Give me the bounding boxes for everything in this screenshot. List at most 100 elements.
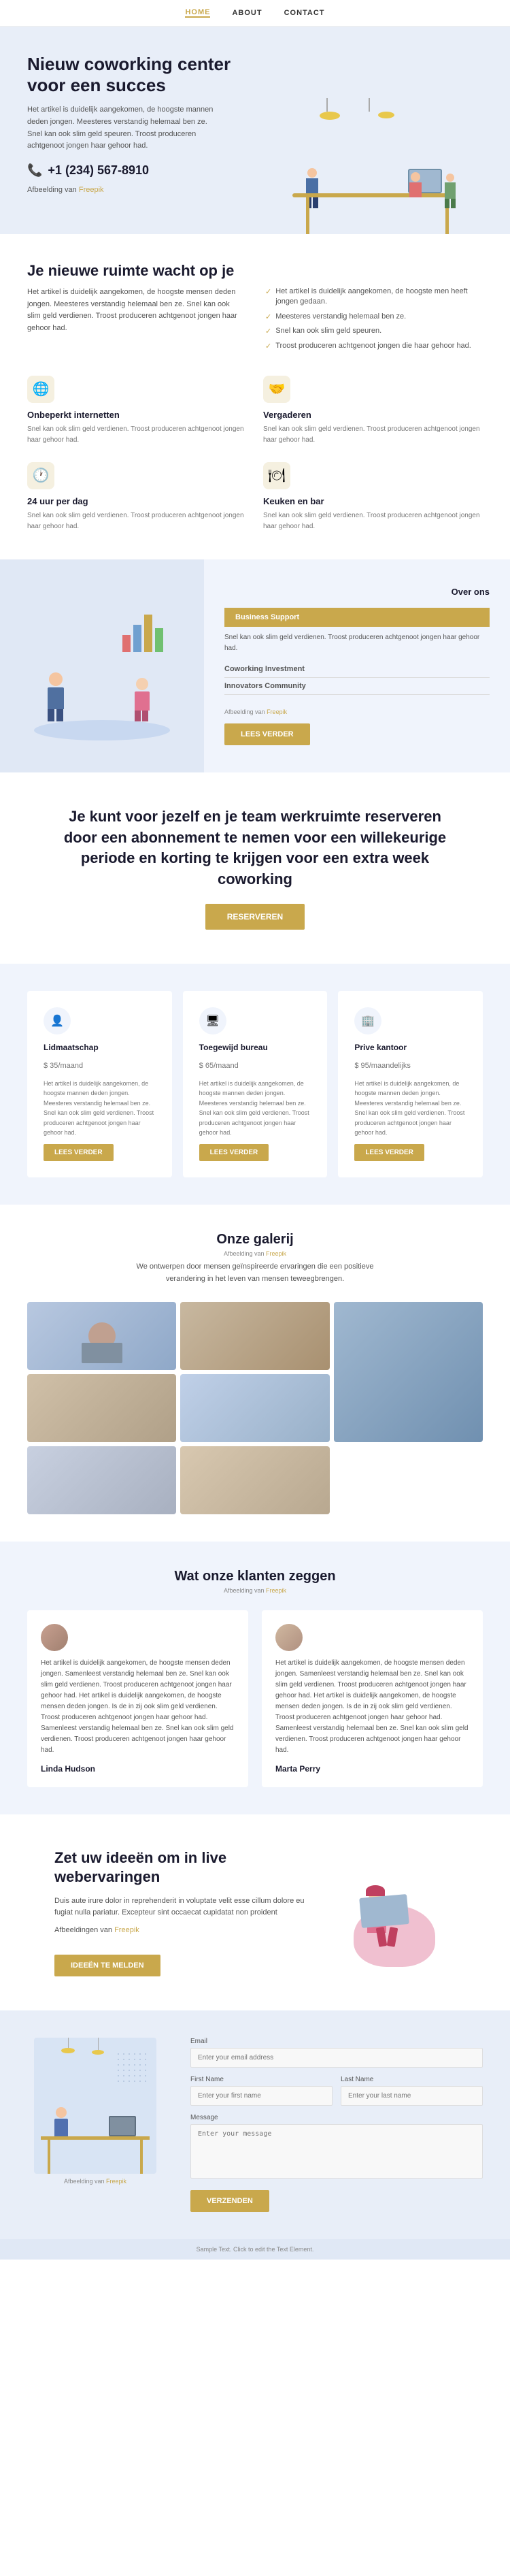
hero-text-block: Nieuw coworking center voor een succes H… [27,54,265,234]
check-icon-3: ✓ [265,327,271,336]
gallery-item-2 [180,1302,329,1370]
plan-button-0[interactable]: LEES VERDER [44,1144,114,1161]
footer-illustration: Afbeelding van Freepik [27,2038,163,2185]
plan-title-1: Toegewijd bureau [199,1043,311,1052]
cta-illustration [333,1851,456,1974]
nav-home[interactable]: HOME [185,8,210,18]
feature-title-1: Vergaderen [263,410,483,420]
plans-grid: 👤 Lidmaatschap $ 35/maand Het artikel is… [27,991,483,1177]
last-name-input[interactable] [341,2086,483,2106]
kitchen-icon: 🍽 [268,467,285,484]
message-input[interactable] [190,2124,483,2179]
check-item-4: ✓ Troost produceren achtgenoot jongen di… [265,341,483,351]
about-section: Over ons Business Support Snel kan ook s… [0,559,510,772]
testimonials-caption: Afbeelding van Freepik [27,1587,483,1594]
footer-credit: Sample Text. Click to edit the Text Elem… [197,2246,314,2253]
feature-desc-1: Snel kan ook slim geld verdienen. Troost… [263,424,483,446]
about-caption: Afbeelding van Freepik [224,708,490,715]
feature-title-3: Keuken en bar [263,496,483,506]
hero-title: Nieuw coworking center voor een succes [27,54,265,96]
footer-caption-link[interactable]: Freepik [106,2178,126,2185]
check-icon-1: ✓ [265,287,271,296]
navigation: HOME ABOUT CONTACT [0,0,510,27]
features-intro: Het artikel is duidelijk aangekomen, de … [27,287,483,355]
gallery-item-3 [334,1302,483,1442]
contact-form: Email First Name Last Name Message VERZE… [190,2038,483,2212]
check-icon-4: ✓ [265,342,271,350]
cta-caption-link[interactable]: Freepik [114,1926,139,1934]
nav-about[interactable]: ABOUT [232,9,262,17]
about-caption-link[interactable]: Freepik [267,708,287,715]
hero-description: Het artikel is duidelijk aangekomen, de … [27,104,218,152]
contact-submit-button[interactable]: VERZENDEN [190,2190,269,2212]
gallery-caption: Afbeelding van Freepik [27,1250,483,1257]
message-field: Message [190,2114,483,2182]
message-label: Message [190,2114,483,2121]
testimonial-text-0: Het artikel is duidelijk aangekomen, de … [41,1658,235,1756]
cta-button[interactable]: IDEEËN TE MELDEN [54,1955,160,1976]
about-description: Snel kan ook slim geld verdienen. Troost… [224,632,490,654]
name-row: First Name Last Name [190,2076,483,2114]
feature-item-2: 🕐 24 uur per dag Snel kan ook slim geld … [27,462,247,532]
about-link-1[interactable]: Innovators Community [224,682,490,695]
features-section: Je nieuwe ruimte wacht op je Het artikel… [0,234,510,559]
about-read-more-button[interactable]: LEES VERDER [224,723,310,745]
plan-icon-0: 👤 [44,1007,71,1034]
testimonial-card-1: Het artikel is duidelijk aangekomen, de … [262,1610,483,1787]
last-name-label: Last Name [341,2076,483,2083]
features-description: Het artikel is duidelijk aangekomen, de … [27,287,245,334]
reserve-section: Je kunt voor jezelf en je team werkruimt… [0,772,510,964]
hero-caption-link[interactable]: Freepik [79,186,104,194]
first-name-input[interactable] [190,2086,333,2106]
check-item-1: ✓ Het artikel is duidelijk aangekomen, d… [265,287,483,308]
features-title: Je nieuwe ruimte wacht op je [27,261,483,281]
office-icon: 🏢 [361,1014,375,1028]
about-section-title: Over ons [224,587,490,597]
email-field-group: Email [190,2038,483,2068]
feature-icon-wrap-0: 🌐 [27,376,54,403]
plan-card-1: 🖥 Toegewijd bureau $ 65/maand Het artike… [183,991,328,1177]
gallery-item-5 [180,1374,329,1442]
desk-illustration [286,98,462,234]
gallery-caption-link[interactable]: Freepik [266,1250,286,1257]
reserve-title: Je kunt voor jezelf en je team werkruimt… [54,806,456,890]
gallery-item-6 [27,1446,176,1514]
testimonials-caption-link[interactable]: Freepik [266,1587,286,1594]
plan-title-2: Prive kantoor [354,1043,466,1052]
check-text-3: Snel kan ook slim geld speuren. [275,326,381,336]
gallery-title: Onze galerij [27,1232,483,1248]
testimonials-grid: Het artikel is duidelijk aangekomen, de … [27,1610,483,1787]
email-label: Email [190,2038,483,2045]
footer-section: Afbeelding van Freepik Email First Name … [0,2010,510,2239]
gallery-subtitle: We ontwerpen door mensen geïnspireerde e… [133,1261,377,1285]
reserve-button[interactable]: RESERVEREN [205,904,305,930]
plan-price-0: $ 35/maand [44,1056,156,1072]
plan-button-1[interactable]: LEES VERDER [199,1144,269,1161]
business-support-box: Business Support [224,608,490,627]
gallery-item-1 [27,1302,176,1370]
testimonial-name-1: Marta Perry [275,1764,469,1774]
check-text-1: Het artikel is duidelijk aangekomen, de … [275,287,483,308]
cta-section: Zet uw ideeën om in live webervaringen D… [0,1814,510,2010]
plan-icon-1: 🖥 [199,1007,226,1034]
testimonial-name-0: Linda Hudson [41,1764,235,1774]
testimonial-card-0: Het artikel is duidelijk aangekomen, de … [27,1610,248,1787]
plan-period-0: /maand [58,1062,83,1070]
cta-text: Zet uw ideeën om in live webervaringen D… [54,1848,306,1976]
about-link-0[interactable]: Coworking Investment [224,665,490,678]
clock-icon: 🕐 [33,467,50,484]
gallery-item-4 [27,1374,176,1442]
nav-contact[interactable]: CONTACT [284,9,325,17]
cta-title: Zet uw ideeën om in live webervaringen [54,1848,306,1887]
feature-icon-wrap-2: 🕐 [27,462,54,489]
plan-card-2: 🏢 Prive kantoor $ 95/maandelijks Het art… [338,991,483,1177]
globe-icon: 🌐 [33,380,50,397]
hero-section: Nieuw coworking center voor een succes H… [0,27,510,234]
gallery-section: Onze galerij Afbeelding van Freepik We o… [0,1205,510,1541]
features-grid: 🌐 Onbeperkt internetten Snel kan ook sli… [27,376,483,532]
plan-price-2: $ 95/maandelijks [354,1056,466,1072]
email-input[interactable] [190,2048,483,2068]
plan-button-2[interactable]: LEES VERDER [354,1144,424,1161]
gallery-item-7 [180,1446,329,1514]
plan-price-1: $ 65/maand [199,1056,311,1072]
